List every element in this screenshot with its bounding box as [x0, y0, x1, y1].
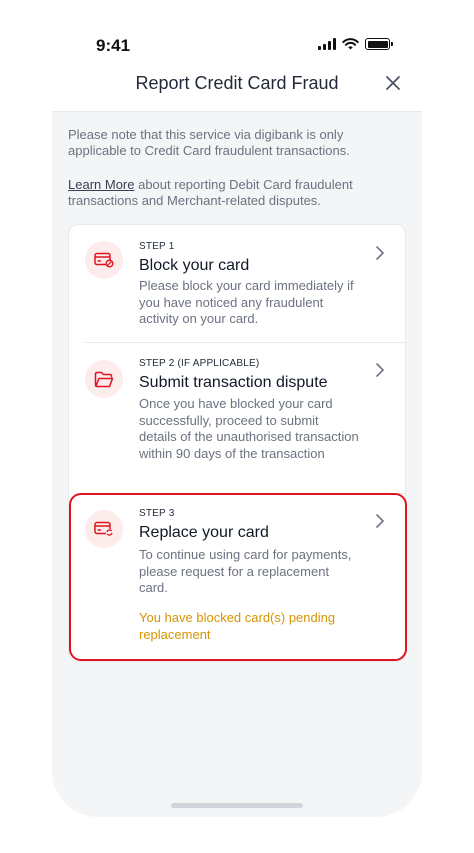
step-label: STEP 3: [139, 508, 175, 519]
learn-more-link[interactable]: Learn More: [68, 177, 134, 192]
status-time: 9:41: [96, 36, 131, 55]
chevron-right-icon: [376, 363, 385, 377]
step-replace-card[interactable]: STEP 3 Replace your card To continue usi…: [69, 494, 407, 663]
step-description: Once you have blocked your card successf…: [139, 396, 359, 461]
step-title: Block your card: [139, 257, 250, 274]
status-icons: [318, 38, 393, 50]
battery-icon: [365, 38, 393, 50]
service-note: Please note that this service via digiba…: [68, 127, 350, 158]
wifi-icon: [342, 38, 359, 50]
step-description: Please block your card immediately if yo…: [139, 278, 354, 326]
phone-screen: 9:41 Report Credit Card Fraud Please not…: [52, 0, 422, 817]
folder-icon: [85, 360, 123, 398]
step-submit-dispute[interactable]: STEP 2 (IF APPLICABLE) Submit transactio…: [69, 343, 407, 493]
step-title: Submit transaction dispute: [139, 374, 328, 391]
steps-card: STEP 1 Block your card Please block your…: [68, 224, 406, 662]
home-indicator: [171, 803, 303, 808]
step-description: To continue using card for payments, ple…: [139, 547, 352, 595]
step-label: STEP 1: [139, 241, 175, 252]
signal-icon: [318, 38, 336, 50]
learn-more-note: Learn More about reporting Debit Card fr…: [68, 177, 398, 209]
step-label: STEP 2 (IF APPLICABLE): [139, 358, 260, 369]
close-icon[interactable]: [384, 74, 402, 92]
step-block-card[interactable]: STEP 1 Block your card Please block your…: [69, 225, 407, 342]
chevron-right-icon: [376, 246, 385, 260]
card-block-icon: [85, 241, 123, 279]
top-bar: 9:41 Report Credit Card Fraud: [52, 0, 422, 112]
chevron-right-icon: [376, 514, 385, 528]
step-title: Replace your card: [139, 524, 269, 541]
pending-replacement-warning: You have blocked card(s) pending replace…: [139, 610, 336, 642]
card-replace-icon: [85, 510, 123, 548]
page-title: Report Credit Card Fraud: [135, 73, 339, 93]
